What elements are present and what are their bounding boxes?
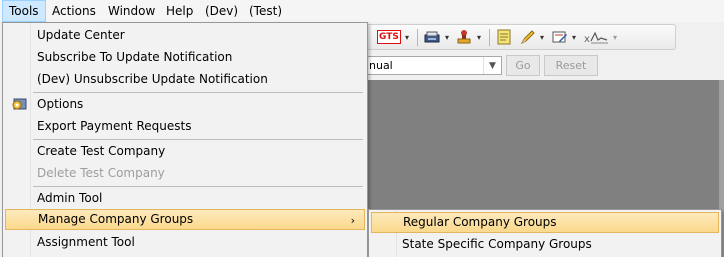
menu-separator	[33, 186, 363, 187]
options-icon	[12, 98, 27, 110]
menu-actions[interactable]: Actions	[46, 0, 102, 22]
notepad-button[interactable]	[495, 28, 513, 46]
go-button[interactable]: Go	[506, 55, 540, 76]
menu-dev[interactable]: (Dev)	[199, 0, 244, 22]
reset-button[interactable]: Reset	[544, 55, 598, 76]
submenu-item-label: Regular Company Groups	[403, 215, 557, 229]
scanner-button[interactable]	[423, 28, 441, 46]
menu-item-label: Assignment Tool	[37, 235, 135, 249]
signature-icon: x	[584, 31, 608, 45]
menu-item-label: Manage Company Groups	[38, 212, 194, 226]
menu-item-admin-tool[interactable]: Admin Tool	[5, 188, 365, 209]
filter-toolbar: nual ▼ Go Reset	[366, 52, 614, 78]
menu-item-label: Delete Test Company	[37, 166, 165, 180]
menu-item-label: (Dev) Unsubscribe Update Notification	[37, 72, 268, 86]
scanner-dropdown-arrow[interactable]: ▾	[445, 28, 449, 46]
menu-item-options[interactable]: Options	[5, 94, 365, 115]
menu-item-assignment-tool[interactable]: Assignment Tool	[5, 232, 365, 253]
signature-button[interactable]: x	[583, 28, 609, 46]
gts-icon: GTS	[377, 30, 401, 44]
menu-tools[interactable]: Tools	[2, 0, 46, 22]
signature-dropdown-arrow[interactable]: ▾	[613, 28, 617, 46]
menu-item-label: Update Center	[37, 28, 125, 42]
menu-window[interactable]: Window	[102, 0, 161, 22]
stamp-icon	[457, 30, 471, 44]
period-combobox-value: nual	[369, 59, 393, 72]
gts-button[interactable]: GTS	[377, 28, 401, 46]
manage-company-groups-submenu: Regular Company Groups State Specific Co…	[368, 209, 722, 257]
main-toolbar: GTS ▾ ▾ ▾ ▾ ▾ x ▾	[366, 24, 676, 50]
submenu-item-state-specific-company-groups[interactable]: State Specific Company Groups	[371, 234, 719, 255]
menu-help[interactable]: Help	[160, 0, 199, 22]
menu-item-label: Options	[37, 97, 84, 111]
stamp-dropdown-arrow[interactable]: ▾	[477, 28, 481, 46]
menu-separator	[33, 139, 363, 140]
menu-item-label: Admin Tool	[37, 191, 103, 205]
menu-item-subscribe-update-notification[interactable]: Subscribe To Update Notification	[5, 47, 365, 68]
menu-item-manage-company-groups[interactable]: Manage Company Groups ›	[5, 209, 365, 230]
pencil-button[interactable]	[519, 28, 537, 46]
submenu-item-label: State Specific Company Groups	[402, 237, 592, 251]
menu-bar: Tools Actions Window Help (Dev) (Test)	[0, 0, 724, 23]
menu-item-unsubscribe-update-notification[interactable]: (Dev) Unsubscribe Update Notification	[5, 69, 365, 90]
menu-item-label: Create Test Company	[37, 144, 166, 158]
tools-menu: Update Center Subscribe To Update Notifi…	[2, 22, 368, 257]
toolbar-separator	[489, 29, 490, 46]
menu-item-label: Subscribe To Update Notification	[37, 50, 233, 64]
stamp-button[interactable]	[455, 28, 473, 46]
menu-separator	[33, 92, 363, 93]
period-combobox[interactable]: nual ▼	[366, 56, 502, 75]
gts-dropdown-arrow[interactable]: ▾	[405, 28, 409, 46]
menu-item-export-payment-requests[interactable]: Export Payment Requests	[5, 116, 365, 137]
toolbar-separator	[417, 29, 418, 46]
form-edit-dropdown-arrow[interactable]: ▾	[572, 28, 576, 46]
scanner-icon	[424, 31, 440, 43]
form-edit-button[interactable]	[551, 28, 569, 46]
submenu-arrow-icon: ›	[350, 214, 355, 227]
svg-text:x: x	[584, 34, 590, 45]
menu-item-label: Export Payment Requests	[37, 119, 192, 133]
pencil-icon	[520, 30, 535, 45]
submenu-item-regular-company-groups[interactable]: Regular Company Groups	[371, 212, 719, 233]
notepad-icon	[497, 29, 511, 45]
menu-item-update-center[interactable]: Update Center	[5, 25, 365, 46]
menu-test[interactable]: (Test)	[243, 0, 288, 22]
form-edit-icon	[552, 31, 567, 43]
menu-item-create-test-company[interactable]: Create Test Company	[5, 141, 365, 162]
menu-item-delete-test-company: Delete Test Company	[5, 163, 365, 184]
chevron-down-icon[interactable]: ▼	[483, 57, 501, 74]
pencil-dropdown-arrow[interactable]: ▾	[540, 28, 544, 46]
